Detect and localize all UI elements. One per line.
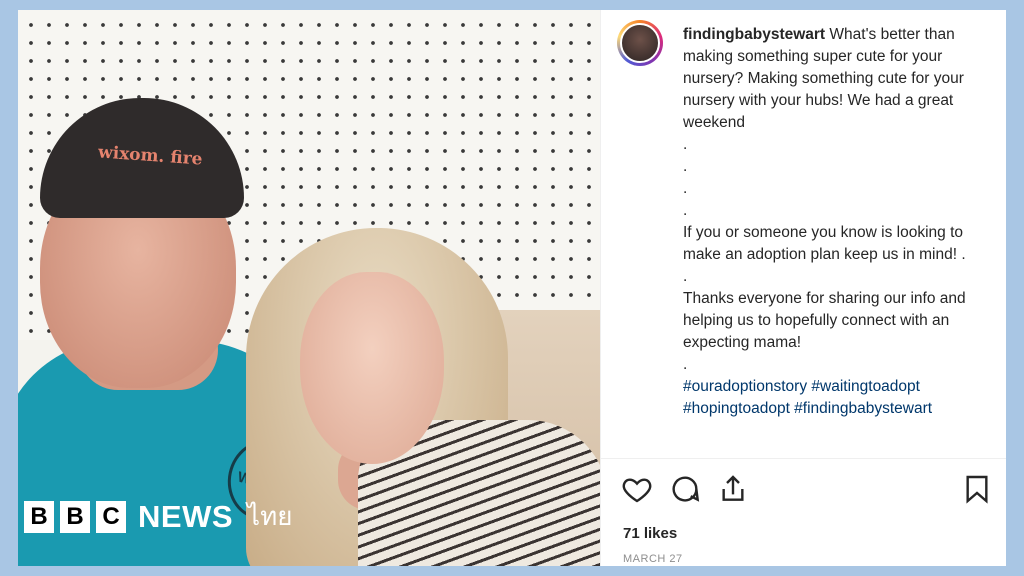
post-date: MARCH 27 — [623, 553, 683, 565]
post-actions: 71 likes MARCH 27 — [601, 458, 1006, 566]
caption-line: . — [683, 268, 688, 285]
screenshot-frame: wixom. fire WIXOM B B C NEWS ไทย finding… — [18, 10, 1006, 566]
caption-line: If you or someone you know is looking to… — [683, 224, 966, 263]
caption-line: Thanks everyone for sharing our info and… — [683, 290, 966, 351]
caption-line: . — [683, 136, 688, 153]
username-link[interactable]: findingbabystewart — [683, 26, 825, 43]
post-photo[interactable]: wixom. fire WIXOM B B C NEWS ไทย — [18, 10, 600, 566]
comment-icon[interactable] — [669, 473, 701, 505]
caption-line: . — [683, 158, 688, 175]
avatar-image — [620, 23, 660, 63]
bbc-letter-b2: B — [60, 500, 90, 533]
woman-face — [300, 272, 444, 464]
caption-line: . — [683, 180, 688, 197]
bbc-news-logo: B B C NEWS ไทย — [24, 496, 292, 537]
share-icon[interactable] — [717, 473, 749, 505]
post-panel: findingbabystewart What's better than ma… — [600, 10, 1006, 566]
caption-line: . — [683, 202, 688, 219]
caption-line: . — [683, 356, 688, 373]
heart-icon[interactable] — [621, 473, 653, 505]
bookmark-icon[interactable] — [961, 473, 993, 505]
avatar[interactable] — [617, 20, 663, 66]
bbc-news-text: NEWS — [138, 498, 233, 534]
hashtags[interactable]: #ouradoptionstory #waitingtoadopt #hopin… — [683, 376, 983, 420]
likes-count[interactable]: 71 likes — [623, 525, 677, 542]
bbc-letter-c: C — [96, 500, 126, 533]
post-caption: findingbabystewart What's better than ma… — [683, 24, 983, 420]
bbc-language-text: ไทย — [247, 501, 293, 531]
bbc-letter-b1: B — [24, 500, 54, 533]
